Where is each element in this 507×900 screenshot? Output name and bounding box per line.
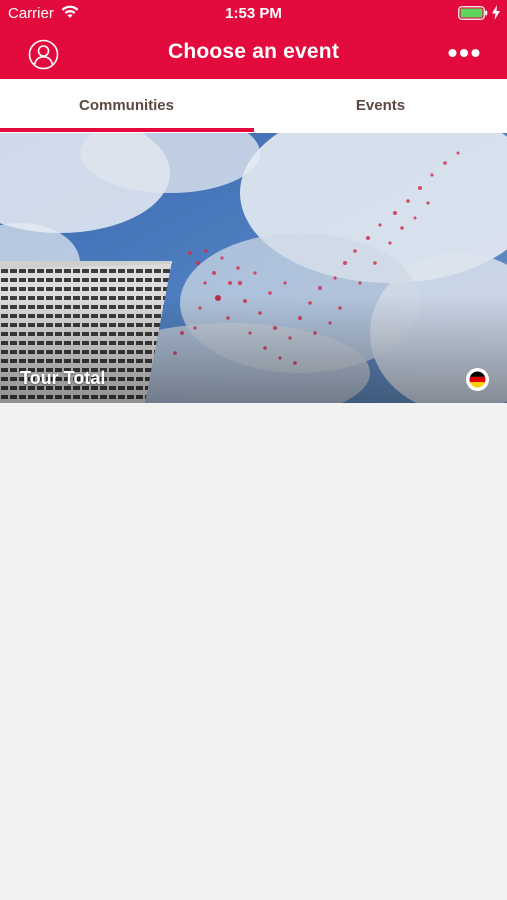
- tab-selected-indicator: [0, 128, 254, 132]
- tab-bar: Communities Events: [0, 79, 507, 133]
- profile-icon[interactable]: [28, 39, 59, 70]
- community-card-image: [0, 133, 507, 403]
- navigation-bar: Choose an event: [0, 27, 507, 79]
- german-flag-icon: [466, 368, 489, 391]
- status-bar: Carrier 1:53 PM: [0, 0, 507, 27]
- status-time: 1:53 PM: [225, 5, 282, 22]
- community-name: Tour Total: [20, 368, 106, 388]
- tab-communities[interactable]: Communities: [0, 79, 253, 133]
- app-header: Carrier 1:53 PM Choose an event: [0, 0, 507, 79]
- more-icon[interactable]: [448, 47, 480, 59]
- tab-events[interactable]: Events: [254, 79, 507, 133]
- community-card[interactable]: Tour Total: [0, 133, 507, 403]
- battery-icon: [458, 6, 488, 20]
- page-title: Choose an event: [167, 40, 340, 63]
- charging-bolt-icon: [492, 5, 500, 20]
